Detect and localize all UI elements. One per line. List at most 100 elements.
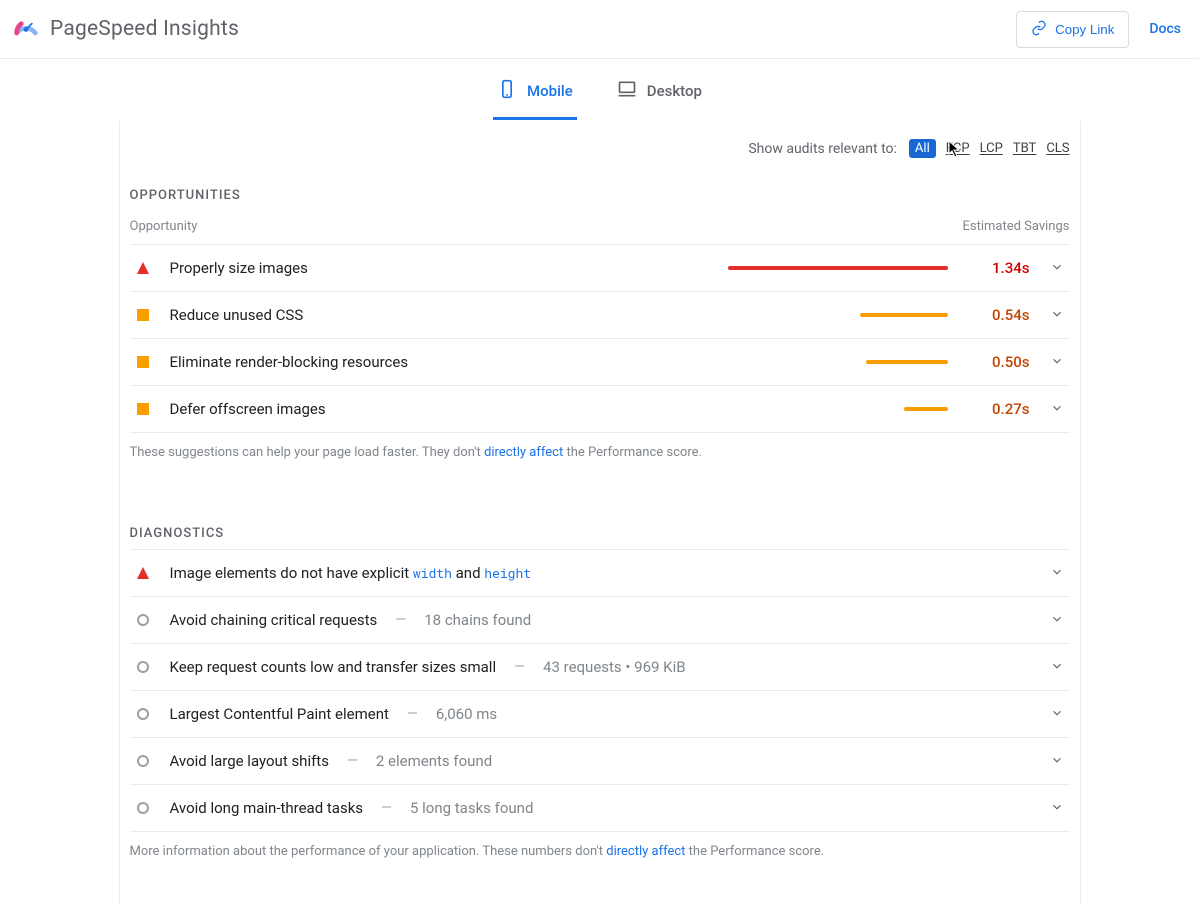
opportunity-row[interactable]: Defer offscreen images 0.27s — [130, 386, 1070, 433]
footnote-text: the Performance score. — [563, 445, 702, 460]
footnote-text: These suggestions can help your page loa… — [130, 445, 485, 460]
chevron-down-icon[interactable] — [1050, 659, 1066, 675]
device-tabs: Mobile Desktop — [0, 59, 1199, 121]
chevron-down-icon[interactable] — [1050, 706, 1066, 722]
header-actions: Copy Link Docs — [1016, 11, 1181, 48]
footnote-text: the Performance score. — [685, 844, 824, 859]
chevron-down-icon[interactable] — [1050, 307, 1066, 323]
filter-pill-tbt[interactable]: TBT — [1013, 141, 1036, 156]
chevron-down-icon[interactable] — [1050, 401, 1066, 417]
savings-value: 1.34s — [962, 259, 1030, 277]
square-average-icon — [136, 308, 150, 322]
opportunity-row[interactable]: Eliminate render-blocking resources 0.50s — [130, 339, 1070, 386]
report-container: Show audits relevant to: All FCP LCP TBT… — [119, 121, 1081, 905]
diagnostic-row[interactable]: Avoid long main-thread tasks — 5 long task… — [130, 785, 1070, 832]
square-average-icon — [136, 355, 150, 369]
directly-affect-link-2[interactable]: directly affect — [606, 844, 685, 859]
desktop-icon — [617, 79, 637, 103]
diagnostic-title: Image elements do not have explicit widt… — [164, 564, 532, 582]
diagnostic-title: Avoid chaining critical requests — [164, 611, 378, 629]
triangle-fail-icon — [136, 566, 150, 580]
tab-desktop[interactable]: Desktop — [613, 73, 706, 120]
savings-bar — [728, 313, 948, 317]
circle-info-icon — [136, 754, 150, 768]
filter-pill-fcp[interactable]: FCP — [946, 141, 970, 156]
tab-mobile-label: Mobile — [527, 82, 573, 100]
savings-value: 0.54s — [962, 306, 1030, 324]
filter-label: Show audits relevant to: — [748, 141, 897, 157]
diagnostic-extra: 2 elements found — [376, 752, 492, 770]
savings-value: 0.27s — [962, 400, 1030, 418]
audit-filter-row: Show audits relevant to: All FCP LCP TBT… — [130, 121, 1070, 166]
tab-mobile[interactable]: Mobile — [493, 73, 577, 120]
diagnostic-row[interactable]: Largest Contentful Paint element — 6,060 m… — [130, 691, 1070, 738]
directly-affect-link[interactable]: directly affect — [484, 445, 563, 460]
circle-info-icon — [136, 707, 150, 721]
diagnostic-title: Avoid long main-thread tasks — [164, 799, 364, 817]
opportunities-heading: OPPORTUNITIES — [130, 188, 1070, 203]
diagnostics-list: Image elements do not have explicit widt… — [130, 550, 1070, 832]
diagnostic-row[interactable]: Avoid large layout shifts — 2 elements fou… — [130, 738, 1070, 785]
code-height: height — [484, 564, 531, 582]
diagnostic-row[interactable]: Image elements do not have explicit widt… — [130, 550, 1070, 597]
app-header: PageSpeed Insights Copy Link Docs — [0, 0, 1199, 59]
diagnostic-title: Keep request counts low and transfer siz… — [164, 658, 497, 676]
code-width: width — [413, 564, 452, 582]
tab-desktop-label: Desktop — [647, 82, 702, 100]
savings-value: 0.50s — [962, 353, 1030, 371]
opportunity-title: Eliminate render-blocking resources — [164, 353, 409, 371]
diagnostic-extra: 6,060 ms — [436, 705, 497, 723]
diagnostics-footnote: More information about the performance o… — [130, 832, 1070, 865]
separator: — — [343, 753, 362, 769]
link-icon — [1031, 20, 1047, 39]
diagnostic-extra: 43 requests • 969 KiB — [543, 658, 686, 676]
filter-pill-lcp[interactable]: LCP — [980, 141, 1003, 156]
pagespeed-logo-icon — [12, 12, 40, 46]
opportunity-row[interactable]: Properly size images 1.34s — [130, 245, 1070, 292]
brand-title: PageSpeed Insights — [50, 17, 239, 41]
brand: PageSpeed Insights — [12, 12, 239, 46]
opportunity-title: Properly size images — [164, 259, 308, 277]
filter-pills: All FCP LCP TBT CLS — [909, 139, 1070, 158]
separator: — — [403, 706, 422, 722]
diagnostic-title: Avoid large layout shifts — [164, 752, 329, 770]
mobile-icon — [497, 79, 517, 103]
separator: — — [377, 800, 396, 816]
separator: — — [510, 659, 529, 675]
copy-link-label: Copy Link — [1055, 22, 1114, 37]
footnote-text: More information about the performance o… — [130, 844, 607, 859]
col-estimated-savings: Estimated Savings — [962, 219, 1069, 234]
docs-link[interactable]: Docs — [1149, 21, 1181, 37]
savings-bar — [728, 407, 948, 411]
circle-info-icon — [136, 613, 150, 627]
opportunities-footnote: These suggestions can help your page loa… — [130, 433, 1070, 466]
square-average-icon — [136, 402, 150, 416]
diagnostic-row[interactable]: Keep request counts low and transfer siz… — [130, 644, 1070, 691]
chevron-down-icon[interactable] — [1050, 753, 1066, 769]
opportunity-title: Defer offscreen images — [164, 400, 326, 418]
opportunities-list: Properly size images 1.34s Reduce unused C… — [130, 245, 1070, 433]
chevron-down-icon[interactable] — [1050, 354, 1066, 370]
savings-bar — [728, 360, 948, 364]
separator: — — [391, 612, 410, 628]
diagnostics-heading: DIAGNOSTICS — [130, 526, 1070, 541]
chevron-down-icon[interactable] — [1050, 612, 1066, 628]
col-opportunity: Opportunity — [130, 219, 198, 234]
filter-pill-cls[interactable]: CLS — [1046, 141, 1069, 156]
diagnostic-extra: 18 chains found — [424, 611, 531, 629]
chevron-down-icon[interactable] — [1050, 565, 1066, 581]
circle-info-icon — [136, 660, 150, 674]
filter-pill-all[interactable]: All — [909, 139, 936, 158]
opportunity-title: Reduce unused CSS — [164, 306, 304, 324]
diagnostic-title: Largest Contentful Paint element — [164, 705, 389, 723]
chevron-down-icon[interactable] — [1050, 260, 1066, 276]
diagnostic-row[interactable]: Avoid chaining critical requests — 18 chai… — [130, 597, 1070, 644]
circle-info-icon — [136, 801, 150, 815]
copy-link-button[interactable]: Copy Link — [1016, 11, 1129, 48]
chevron-down-icon[interactable] — [1050, 800, 1066, 816]
diagnostic-extra: 5 long tasks found — [410, 799, 533, 817]
opportunities-table-head: Opportunity Estimated Savings — [130, 211, 1070, 245]
savings-bar — [728, 266, 948, 270]
triangle-fail-icon — [136, 261, 150, 275]
opportunity-row[interactable]: Reduce unused CSS 0.54s — [130, 292, 1070, 339]
